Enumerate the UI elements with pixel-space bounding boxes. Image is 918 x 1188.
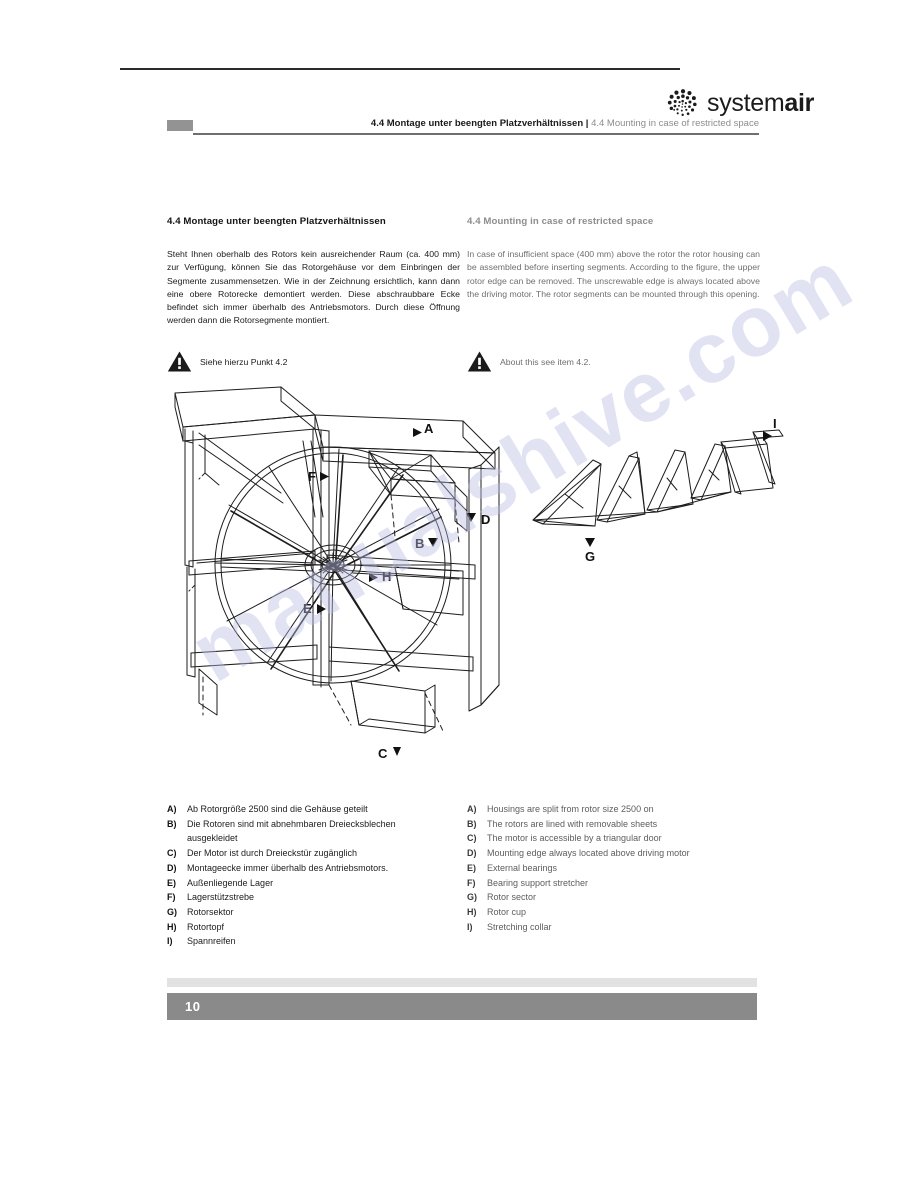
legend-key: H) [167, 921, 177, 932]
legend-value: External bearings [487, 862, 558, 873]
legend-key: G) [467, 892, 477, 903]
running-head-text: 4.4 Montage unter beengten Platzverhältn… [371, 118, 759, 129]
legend-item: F) Lagerstützstrebe [167, 891, 467, 904]
note-english: About this see item 4.2. [467, 350, 767, 373]
note-text-english: About this see item 4.2. [500, 357, 591, 367]
legend-item: E) External bearings [467, 862, 767, 875]
legend-key: A) [467, 804, 477, 814]
legend-key: E) [167, 877, 176, 888]
warning-triangle-icon [467, 351, 492, 372]
manual-page: manualshive.com systemair 4.4 Montage un… [0, 0, 918, 1188]
legend-key: E) [467, 862, 476, 873]
legend-item: B) Die Rotoren sind mit abnehmbaren Drei… [167, 818, 467, 831]
warning-triangle-icon [167, 351, 192, 372]
legend-item: G) Rotorsektor [167, 906, 467, 919]
note-text-german: Siehe hierzu Punkt 4.2 [200, 357, 288, 367]
figure-label-B: B [415, 536, 424, 551]
section-title-english: 4.4 Mounting in case of restricted space [467, 216, 654, 227]
systemair-spiral-logo [667, 89, 697, 117]
legend-value: Bearing support stretcher [487, 877, 589, 888]
section-body-german: Steht Ihnen oberhalb des Rotors kein aus… [167, 249, 460, 326]
legend-value: Rotor cup [487, 906, 527, 917]
section-body-english: In case of insufficient space (400 mm) a… [467, 249, 760, 299]
running-head-rule [193, 133, 759, 135]
legend-item: C) The motor is accessible by a triangul… [467, 832, 767, 845]
legend-item: C) Der Motor ist durch Dreieckstür zugän… [167, 847, 467, 860]
legend-item: I) Stretching collar [467, 921, 767, 934]
legend-value: Ab Rotorgröße 2500 sind die Gehäuse gete… [187, 804, 368, 814]
masthead: systemair [0, 44, 918, 117]
legend-value: Außenliegende Lager [187, 877, 274, 888]
running-head: 4.4 Montage unter beengten Platzverhältn… [167, 118, 759, 144]
footer-thin-bar [167, 978, 757, 987]
legend-value: Die Rotoren sind mit abnehmbaren Dreieck… [187, 818, 396, 829]
logo-text-light: system [707, 88, 785, 117]
legend-value: Spannreifen [187, 936, 236, 947]
running-head-tab [167, 120, 193, 131]
figure-label-E: E [303, 601, 312, 616]
logo-text-bold: air [784, 88, 815, 117]
figure-label-G: G [585, 549, 595, 564]
legend-key: A) [167, 804, 177, 814]
legend-item: H) Rotor cup [467, 906, 767, 919]
footer-bar: 10 [167, 993, 757, 1020]
legend-key: I) [467, 921, 473, 932]
logo-wordmark: systemair [707, 88, 815, 117]
legend-value: Montageecke immer überhalb des Antriebsm… [187, 862, 389, 873]
legend-key: C) [167, 848, 177, 859]
legend-value: Rotorsektor [187, 906, 234, 917]
figure-label-C: C [378, 746, 388, 761]
masthead-rule [120, 68, 680, 70]
systemair-logo: systemair [666, 86, 814, 120]
legend-value: Stretching collar [487, 921, 552, 932]
figure-label-D: D [481, 512, 490, 527]
legend-value: The motor is accessible by a triangular … [487, 833, 662, 844]
legend-value: Mounting edge always located above drivi… [487, 848, 690, 859]
running-head-separator: | [583, 118, 592, 129]
legend-key: I) [167, 936, 173, 947]
running-head-english: 4.4 Mounting in case of restricted space [591, 118, 759, 129]
legend-key: F) [167, 892, 176, 903]
legend-item: A) Housings are split from rotor size 25… [467, 803, 767, 816]
legend-item: D) Mounting edge always located above dr… [467, 847, 767, 860]
legend-value: Der Motor ist durch Dreieckstür zugängli… [187, 848, 358, 859]
figure-rotor-assembly: A B C D E F H [174, 386, 500, 761]
figure-label-I: I [773, 416, 777, 431]
legend-value: Lagerstützstrebe [187, 892, 255, 903]
legend-item: G) Rotor sector [467, 891, 767, 904]
legend-key: B) [167, 818, 177, 829]
legend-value-continued: ausgekleidet [187, 833, 238, 844]
legend-item: B) The rotors are lined with removable s… [467, 818, 767, 831]
figure-rotor-sector: G I [532, 416, 784, 564]
legend-item: A) Ab Rotorgröße 2500 sind die Gehäuse g… [167, 803, 467, 816]
legend-english: A) Housings are split from rotor size 25… [467, 803, 767, 935]
section-title-german: 4.4 Montage unter beengten Platzverhältn… [167, 216, 386, 227]
legend-key: D) [467, 848, 477, 859]
legend-value: Rotor sector [487, 892, 537, 903]
legend-key: G) [167, 906, 177, 917]
running-head-german: 4.4 Montage unter beengten Platzverhältn… [370, 118, 584, 129]
legend-key: H) [467, 906, 477, 917]
legend-item: H) Rotortopf [167, 921, 467, 934]
note-german: Siehe hierzu Punkt 4.2 [167, 350, 467, 373]
legend-key: D) [167, 862, 177, 873]
legend-key: B) [467, 818, 477, 829]
legend-german: A) Ab Rotorgröße 2500 sind die Gehäuse g… [167, 803, 467, 950]
page-number: 10 [185, 999, 201, 1014]
legend-item: E) Außenliegende Lager [167, 877, 467, 890]
figure-label-H: H [382, 569, 391, 584]
figure-label-A: A [424, 421, 434, 436]
legend-item: F) Bearing support stretcher [467, 877, 767, 890]
figure-label-F: F [308, 469, 316, 484]
legend-key: F) [467, 877, 476, 888]
legend-item: I) Spannreifen [167, 935, 467, 948]
legend-value: Rotortopf [187, 921, 225, 932]
legend-item: D) Montageecke immer überhalb des Antrie… [167, 862, 467, 875]
legend-value: Housings are split from rotor size 2500 … [487, 804, 654, 814]
legend-value: The rotors are lined with removable shee… [487, 818, 658, 829]
legend-key: C) [467, 833, 477, 844]
